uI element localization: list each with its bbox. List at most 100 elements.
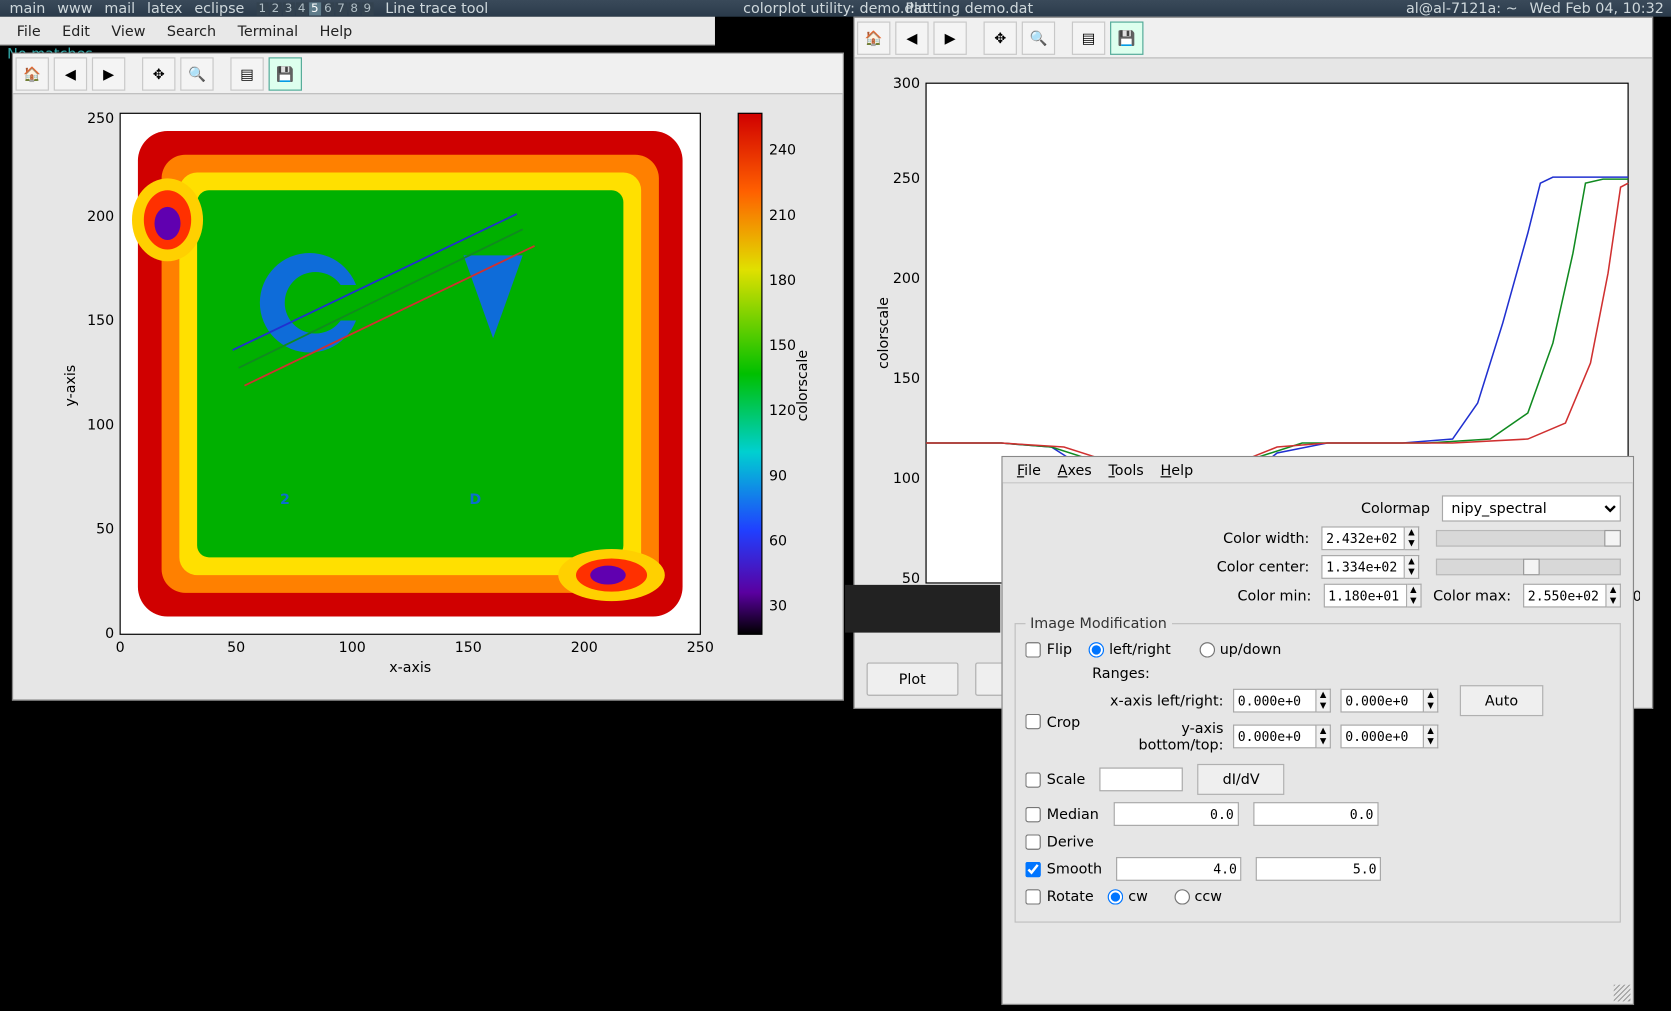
color-max-input[interactable] — [1523, 584, 1607, 608]
svg-text:250: 250 — [687, 640, 714, 656]
flip-checkbox[interactable] — [1025, 642, 1041, 658]
task-latex[interactable]: latex — [142, 0, 187, 17]
plot-button[interactable]: Plot — [867, 662, 958, 695]
menu-view[interactable]: View — [102, 20, 155, 41]
svg-text:colorscale: colorscale — [795, 350, 811, 422]
color-width-label: Color width: — [1223, 530, 1309, 547]
forward-button-2[interactable]: ▶ — [933, 21, 966, 54]
ctrl-menu-axes[interactable]: Axes — [1050, 460, 1098, 479]
color-max-label: Color max: — [1433, 587, 1511, 604]
rotate-cw-radio[interactable] — [1108, 889, 1124, 905]
color-width-input[interactable] — [1321, 526, 1405, 550]
smooth-a-input[interactable] — [1116, 857, 1241, 881]
flip-lr-radio[interactable] — [1089, 642, 1105, 658]
color-center-label: Color center: — [1217, 559, 1310, 576]
save-button[interactable]: 💾 — [269, 57, 302, 90]
rotate-cw-label: cw — [1128, 888, 1148, 905]
ctrl-menu-help[interactable]: Help — [1153, 460, 1200, 479]
svg-text:50: 50 — [96, 522, 114, 538]
workspace-switcher: 1 2 3 4 5 6 7 8 9 — [256, 2, 373, 15]
color-min-input[interactable] — [1323, 584, 1407, 608]
didv-button[interactable]: dI/dV — [1198, 764, 1285, 795]
ctrl-menu-tools[interactable]: Tools — [1101, 460, 1151, 479]
taskbar-user: al@al-7121a: ~ — [1406, 0, 1518, 17]
spinner-arrows[interactable]: ▲▼ — [1607, 584, 1621, 608]
menu-edit[interactable]: Edit — [53, 20, 100, 41]
pan-button[interactable]: ✥ — [142, 57, 175, 90]
back-button-2[interactable]: ◀ — [895, 21, 928, 54]
taskbar-clock: Wed Feb 04, 10:32 — [1530, 0, 1664, 17]
color-center-input[interactable] — [1321, 555, 1405, 579]
menu-terminal[interactable]: Terminal — [228, 20, 308, 41]
scale-input[interactable] — [1100, 767, 1184, 791]
rotate-checkbox[interactable] — [1025, 889, 1041, 905]
ws-7[interactable]: 7 — [335, 2, 347, 15]
ws-9[interactable]: 9 — [361, 2, 373, 15]
zoom-rect-icon: 🔍 — [188, 65, 206, 82]
controls-menubar: File Axes Tools Help — [1003, 457, 1633, 483]
ws-4[interactable]: 4 — [296, 2, 308, 15]
task-main[interactable]: main — [5, 0, 50, 17]
task-mail[interactable]: mail — [100, 0, 140, 17]
rotate-ccw-radio[interactable] — [1174, 889, 1190, 905]
task-www[interactable]: www — [52, 0, 97, 17]
ws-3[interactable]: 3 — [283, 2, 295, 15]
ws-5[interactable]: 5 — [309, 2, 321, 15]
scale-checkbox[interactable] — [1025, 772, 1041, 788]
spinner-arrows[interactable]: ▲▼ — [1405, 526, 1419, 550]
color-width-slider[interactable] — [1436, 530, 1621, 547]
ctrl-menu-file[interactable]: File — [1010, 460, 1048, 479]
spinner-arrows[interactable]: ▲▼ — [1405, 555, 1419, 579]
svg-text:x-axis: x-axis — [389, 660, 431, 676]
svg-text:2: 2 — [280, 492, 290, 508]
median-checkbox[interactable] — [1025, 806, 1041, 822]
smooth-b-input[interactable] — [1256, 857, 1381, 881]
pan-button-2[interactable]: ✥ — [984, 21, 1017, 54]
window-title-tool: Line trace tool — [385, 0, 488, 17]
median-b-input[interactable] — [1253, 802, 1378, 826]
crop-checkbox[interactable] — [1025, 714, 1041, 730]
smooth-checkbox[interactable] — [1025, 861, 1041, 877]
zoom-rect-icon: 🔍 — [1029, 29, 1047, 46]
svg-text:180: 180 — [769, 273, 796, 289]
resize-grip-icon[interactable] — [1614, 985, 1631, 1002]
forward-button[interactable]: ▶ — [92, 57, 125, 90]
image-mod-legend: Image Modification — [1025, 615, 1171, 632]
home-button-2[interactable]: 🏠 — [857, 21, 890, 54]
flip-lr-label: left/right — [1109, 641, 1171, 658]
task-eclipse[interactable]: eclipse — [190, 0, 250, 17]
y-bottom-input[interactable] — [1233, 725, 1317, 749]
ws-2[interactable]: 2 — [269, 2, 281, 15]
zoom-button-2[interactable]: 🔍 — [1022, 21, 1055, 54]
subplots-button-2[interactable]: ▤ — [1072, 21, 1105, 54]
heatmap-plot[interactable]: 2 D 0 50 100 150 200 250 x-axis — [49, 101, 831, 693]
x-right-input[interactable] — [1340, 689, 1424, 713]
ws-8[interactable]: 8 — [348, 2, 360, 15]
zoom-button[interactable]: 🔍 — [180, 57, 213, 90]
move-icon: ✥ — [994, 29, 1006, 46]
spinner-arrows[interactable]: ▲▼ — [1407, 584, 1421, 608]
move-icon: ✥ — [153, 65, 165, 82]
back-button[interactable]: ◀ — [54, 57, 87, 90]
background-strip — [845, 585, 1000, 633]
color-center-slider[interactable] — [1436, 559, 1621, 576]
auto-button[interactable]: Auto — [1460, 685, 1543, 716]
median-a-input[interactable] — [1113, 802, 1238, 826]
derive-checkbox[interactable] — [1025, 834, 1041, 850]
svg-text:240: 240 — [769, 143, 796, 159]
menu-help[interactable]: Help — [310, 20, 362, 41]
subplots-button[interactable]: ▤ — [230, 57, 263, 90]
menu-search[interactable]: Search — [157, 20, 225, 41]
ranges-label: Ranges: — [1092, 665, 1150, 682]
mpl-toolbar: 🏠 ◀ ▶ ✥ 🔍 ▤ 💾 — [13, 54, 843, 95]
colormap-select[interactable]: nipy_spectral — [1442, 495, 1621, 521]
svg-text:150: 150 — [87, 313, 114, 329]
save-button-2[interactable]: 💾 — [1110, 21, 1143, 54]
home-button[interactable]: 🏠 — [16, 57, 49, 90]
ws-6[interactable]: 6 — [322, 2, 334, 15]
menu-file[interactable]: File — [7, 20, 50, 41]
x-left-input[interactable] — [1233, 689, 1317, 713]
ws-1[interactable]: 1 — [256, 2, 268, 15]
y-top-input[interactable] — [1340, 725, 1424, 749]
flip-ud-radio[interactable] — [1199, 642, 1215, 658]
